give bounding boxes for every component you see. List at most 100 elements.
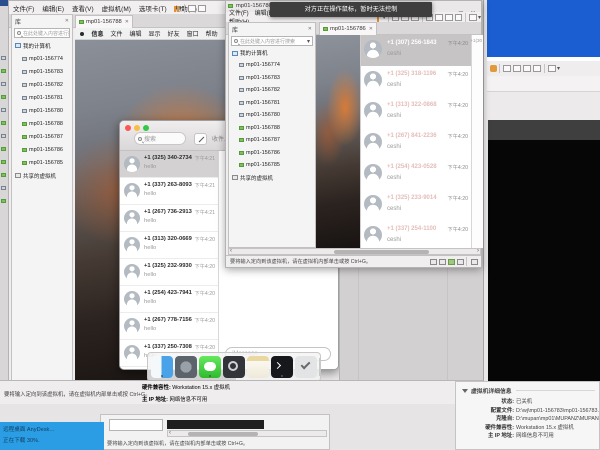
console-icon[interactable] [548,65,556,72]
vm-tree-item[interactable]: mp01-156780 [229,109,315,122]
alert-icon[interactable] [490,65,497,72]
unity-icon[interactable] [533,65,541,72]
menu-item[interactable]: 编辑(E) [38,6,68,13]
vm-tree-item[interactable]: mp01-156785 [12,156,72,169]
finder-icon[interactable] [151,356,173,378]
scroll-right-icon[interactable]: › [477,248,479,254]
conversation-row[interactable]: +1 (337) 263-8093 下午4:21 hello [120,178,218,205]
conversation-row[interactable]: +1 (325) 340-2734 下午4:21 hello [120,151,218,178]
library-search-a[interactable]: 在此处键入内容进行搜索 [14,28,70,38]
library-toggle-icon[interactable] [503,65,511,72]
apple-icon[interactable] [80,32,84,36]
text-field[interactable] [109,419,163,431]
fullscreen-icon[interactable] [445,14,453,21]
horizontal-scrollbar[interactable]: ‹ [167,430,327,437]
mac-menu-item[interactable]: 文件 [107,29,126,38]
thumbnail-bar-icon[interactable] [513,65,521,72]
conversation-row[interactable]: +1 (254) 423-0528 下午4:20 ceshi [361,159,471,190]
scroll-left-icon[interactable]: ‹ [169,430,171,436]
downloads-icon[interactable] [295,356,317,378]
search-input[interactable]: 搜索 [134,132,186,145]
conversation-row[interactable]: +1 (313) 320-0669 下午4:20 hello [120,232,218,259]
close-icon[interactable]: ✕ [125,19,129,25]
details-title-row[interactable]: 虚拟机详细信息 [456,386,599,395]
conversation-row[interactable]: +1 (267) 841-2236 下午4:20 ceshi [361,128,471,159]
clock-icon[interactable] [198,5,206,12]
mac-menu-item[interactable]: 编辑 [126,29,145,38]
vm-tree-item[interactable]: mp01-156783 [12,65,72,78]
mac-menu-item[interactable]: 显示 [145,29,164,38]
shared-vms-item[interactable]: 共享的虚拟机 [229,172,315,184]
mac-menu-item[interactable]: 窗口 [183,29,202,38]
chevron-down-icon[interactable]: ▾ [307,38,310,45]
conversation-row[interactable]: +1 (325) 233-9014 下午4:20 ceshi [361,190,471,221]
mac-menu-item[interactable]: 好友 [164,29,183,38]
fullscreen-icon[interactable] [523,65,531,72]
conversation-row[interactable]: +1 (337) 254-1100 下午4:20 ceshi [361,221,471,248]
vm-tree-item[interactable]: mp01-156786 [12,143,72,156]
menu-item[interactable]: 选项卡(T) [135,6,171,13]
unity-icon[interactable] [455,14,463,21]
vm-tree-item[interactable]: mp01-156781 [12,91,72,104]
scroll-left-icon[interactable]: ‹ [230,248,232,254]
snapshot-icon[interactable] [188,5,196,12]
shared-vms-item[interactable]: 共享的虚拟机 [12,169,72,182]
minimize-traffic-light[interactable] [134,125,140,131]
close-icon[interactable]: ✕ [369,26,373,32]
zoom-traffic-light[interactable] [143,125,149,131]
tree-root[interactable]: 我的计算机 [229,47,315,59]
vm-tree-item[interactable]: mp01-156782 [12,78,72,91]
library-search-b[interactable]: 在此处键入内容进行搜索 ▾ [231,36,313,46]
thumbnail-bar-icon[interactable] [435,14,443,21]
notes-icon[interactable] [247,356,269,378]
conversation-row[interactable]: +1 (267) 778-7156 下午4:20 hello [120,313,218,340]
vm-tree-item[interactable]: mp01-156782 [229,84,315,97]
vm-tree-item[interactable]: mp01-156787 [229,134,315,147]
conversation-row[interactable]: +1 (313) 322-0868 下午4:20 ceshi [361,97,471,128]
photos-icon[interactable] [223,356,245,378]
vm-tree-item[interactable]: mp01-156788 [229,122,315,135]
menu-item[interactable]: 虚拟机(M) [98,6,135,13]
vm-tree-item[interactable]: mp01-156788 [12,117,72,130]
collapse-triangle-icon[interactable] [462,389,468,393]
menu-item[interactable]: 文件(F) [9,6,38,13]
close-traffic-light[interactable] [125,125,131,131]
messages-dock-icon[interactable] [199,356,221,378]
menu-item[interactable]: 文件(F) [226,11,252,17]
conversation-row[interactable]: +1 (325) 318-1196 下午4:20 ceshi [361,66,471,97]
vm-tree-item[interactable]: mp01-156780 [12,104,72,117]
chevron-down-icon[interactable]: ▾ [179,5,182,12]
tree-root[interactable]: 我的计算机 [12,39,72,52]
sound-device-icon[interactable] [457,259,464,265]
vm-tree-item[interactable]: mp01-156781 [229,97,315,110]
menu-item[interactable]: 查看(V) [68,6,98,13]
vm-tree-item[interactable]: mp01-156785 [229,159,315,172]
vm-tab-a[interactable]: mp01-156788 ✕ [75,15,133,28]
mac-menu-item[interactable]: 帮助 [202,29,221,38]
launchpad-icon[interactable] [175,356,197,378]
vm-tree-item[interactable]: mp01-156786 [229,147,315,160]
conversation-row[interactable]: +1 (267) 736-2913 下午4:21 hello [120,205,218,232]
conversation-row[interactable]: +1 (307) 256-1843 下午4:20 ceshi [361,35,471,66]
horizontal-scrollbar-b[interactable]: ‹ › [228,248,481,255]
console-icon[interactable] [469,14,477,21]
conversation-row[interactable]: +1 (254) 423-7941 下午4:20 hello [120,286,218,313]
mac-menu-item[interactable]: 信息 [88,29,107,38]
chevron-down-icon[interactable]: ▾ [557,65,560,72]
message-log-icon[interactable] [471,259,478,265]
conversation-row[interactable]: +1 (325) 232-9930 下午4:20 hello [120,259,218,286]
vm-tree-item[interactable]: mp01-156774 [229,59,315,72]
vm-tree-item[interactable]: mp01-156783 [229,72,315,85]
network-device-icon[interactable] [448,259,455,265]
vm-tree-item[interactable]: mp01-156774 [12,52,72,65]
harddisk-device-icon[interactable] [430,259,437,265]
compose-button[interactable] [194,133,207,145]
close-icon[interactable]: ✕ [308,26,312,32]
vm-tab-b[interactable]: mp01-156786 ✕ [319,22,377,35]
vm-tree-item[interactable]: mp01-156787 [12,130,72,143]
terminal-icon[interactable] [271,356,293,378]
remote-banner[interactable]: 远程桌面 AnyDesk… 正在下载 30%. [0,422,104,450]
cdrom-device-icon[interactable] [439,259,446,265]
close-icon[interactable]: ✕ [65,18,69,24]
chevron-down-icon[interactable]: ▾ [478,14,481,21]
